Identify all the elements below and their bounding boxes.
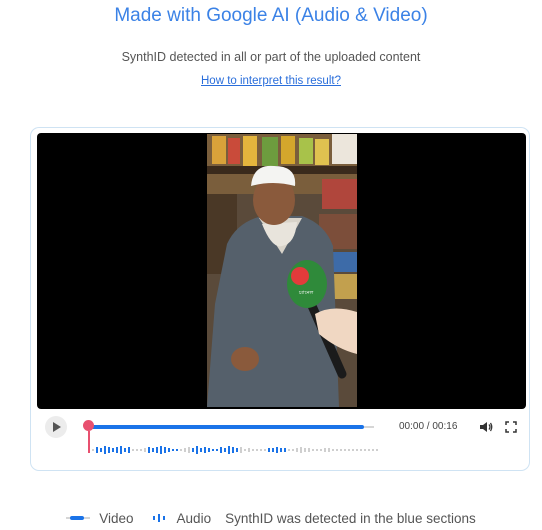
legend-note: SynthID was detected in the blue section… [225, 510, 476, 526]
legend: Video Audio SynthID was detected in the … [0, 508, 542, 528]
video-progress-bar[interactable] [89, 425, 364, 429]
playhead-handle[interactable] [83, 420, 94, 431]
detection-summary: SynthID detected in all or part of the u… [121, 50, 421, 64]
svg-text:চ্যানেল: চ্যানেল [298, 290, 314, 296]
play-icon [52, 422, 61, 432]
interpret-result-link[interactable]: How to interpret this result? [0, 75, 542, 87]
video-still-image: চ্যানেল [207, 134, 357, 407]
audio-detection-strip [92, 446, 378, 454]
audio-legend-swatch [152, 514, 165, 522]
video-progress-track [364, 426, 374, 428]
video-legend-label: Video [99, 510, 134, 526]
play-button[interactable] [45, 416, 67, 438]
page-title: Made with Google AI (Audio & Video) [114, 5, 428, 26]
volume-icon[interactable] [479, 420, 493, 434]
video-frame[interactable]: চ্যানেল [37, 133, 526, 409]
time-display: 00:00 / 00:16 [399, 421, 458, 432]
video-legend-swatch [66, 516, 91, 520]
fullscreen-icon[interactable] [505, 421, 517, 433]
video-player: চ্যানেল 00:00 / 00:16 [30, 127, 530, 471]
playhead-line [88, 431, 90, 453]
audio-legend-label: Audio [176, 510, 212, 526]
